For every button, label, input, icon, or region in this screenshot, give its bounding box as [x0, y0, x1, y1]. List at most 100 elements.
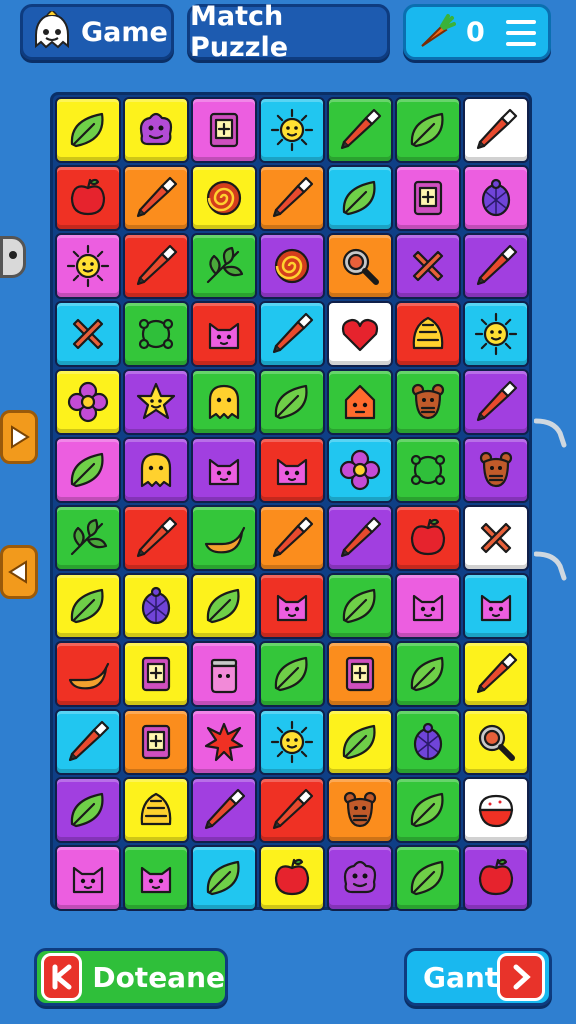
- tile[interactable]: [327, 573, 393, 639]
- tile[interactable]: [395, 845, 461, 911]
- tile[interactable]: [191, 437, 257, 503]
- tile[interactable]: [327, 845, 393, 911]
- tile[interactable]: [259, 369, 325, 435]
- tile[interactable]: [191, 573, 257, 639]
- tile[interactable]: [259, 641, 325, 707]
- tile[interactable]: [191, 301, 257, 367]
- tile[interactable]: [259, 777, 325, 843]
- tile[interactable]: [55, 641, 121, 707]
- tile[interactable]: [259, 709, 325, 775]
- tile[interactable]: [123, 301, 189, 367]
- tile[interactable]: [327, 505, 393, 571]
- tile[interactable]: [463, 845, 529, 911]
- tile[interactable]: [463, 709, 529, 775]
- tile[interactable]: [463, 505, 529, 571]
- tile[interactable]: [123, 369, 189, 435]
- hamburger-menu-icon[interactable]: [506, 20, 536, 46]
- tile[interactable]: [463, 97, 529, 163]
- tile[interactable]: [55, 233, 121, 299]
- tile[interactable]: [395, 165, 461, 231]
- tile[interactable]: [327, 709, 393, 775]
- tile[interactable]: [55, 777, 121, 843]
- tile[interactable]: [395, 505, 461, 571]
- tile[interactable]: [395, 97, 461, 163]
- tile[interactable]: [123, 97, 189, 163]
- tile[interactable]: [327, 97, 393, 163]
- left-action-button[interactable]: Doteane: [34, 948, 228, 1006]
- ghost-icon: [208, 384, 240, 420]
- tile[interactable]: [55, 301, 121, 367]
- tile[interactable]: [191, 369, 257, 435]
- tile[interactable]: [259, 505, 325, 571]
- top-bar: Game Match Puzzle 0: [0, 0, 576, 70]
- tile[interactable]: [327, 641, 393, 707]
- tile[interactable]: [55, 97, 121, 163]
- tile[interactable]: [327, 437, 393, 503]
- tile[interactable]: [123, 573, 189, 639]
- tile[interactable]: [463, 233, 529, 299]
- tile[interactable]: [123, 505, 189, 571]
- tile[interactable]: [259, 97, 325, 163]
- tile[interactable]: [463, 641, 529, 707]
- game-button[interactable]: Game: [20, 4, 174, 60]
- tile[interactable]: [327, 301, 393, 367]
- tile[interactable]: [259, 845, 325, 911]
- play-left-button[interactable]: [0, 545, 38, 599]
- tile[interactable]: [259, 165, 325, 231]
- tile[interactable]: [463, 301, 529, 367]
- tile[interactable]: [395, 233, 461, 299]
- tile[interactable]: [395, 437, 461, 503]
- tile[interactable]: [395, 573, 461, 639]
- tile[interactable]: [395, 641, 461, 707]
- tile[interactable]: [327, 777, 393, 843]
- tile[interactable]: [259, 573, 325, 639]
- tile[interactable]: [191, 505, 257, 571]
- tile[interactable]: [395, 369, 461, 435]
- tile[interactable]: [463, 777, 529, 843]
- tile[interactable]: [327, 233, 393, 299]
- tile[interactable]: [55, 505, 121, 571]
- tile[interactable]: [191, 777, 257, 843]
- tile[interactable]: [259, 301, 325, 367]
- tile[interactable]: [463, 165, 529, 231]
- tile[interactable]: [55, 165, 121, 231]
- tile[interactable]: [463, 369, 529, 435]
- tile[interactable]: [55, 709, 121, 775]
- tile[interactable]: [259, 437, 325, 503]
- tile[interactable]: [463, 573, 529, 639]
- leaf-icon: [342, 588, 376, 624]
- tile[interactable]: [55, 369, 121, 435]
- tile[interactable]: [123, 709, 189, 775]
- tile[interactable]: [395, 301, 461, 367]
- tile[interactable]: [191, 845, 257, 911]
- tile[interactable]: [463, 437, 529, 503]
- tile[interactable]: [123, 777, 189, 843]
- tile[interactable]: [191, 165, 257, 231]
- tile[interactable]: [191, 97, 257, 163]
- tile[interactable]: [259, 233, 325, 299]
- tile[interactable]: [55, 845, 121, 911]
- blob-icon: [410, 454, 446, 486]
- left-action-label: Doteane: [92, 960, 225, 994]
- tile[interactable]: [395, 777, 461, 843]
- tile[interactable]: [327, 369, 393, 435]
- side-tab[interactable]: [0, 236, 26, 278]
- tile[interactable]: [55, 573, 121, 639]
- tile[interactable]: [191, 641, 257, 707]
- tile[interactable]: [327, 165, 393, 231]
- right-action-button[interactable]: Gant: [404, 948, 552, 1006]
- play-right-button[interactable]: [0, 410, 38, 464]
- leaf-icon: [206, 860, 240, 896]
- tile[interactable]: [123, 845, 189, 911]
- tile[interactable]: [55, 437, 121, 503]
- tile[interactable]: [123, 437, 189, 503]
- back-k-icon: [41, 953, 83, 1001]
- chevron-right-icon: [497, 953, 545, 1001]
- tile[interactable]: [395, 709, 461, 775]
- leaf-icon: [410, 112, 444, 148]
- tile[interactable]: [123, 233, 189, 299]
- tile[interactable]: [123, 641, 189, 707]
- tile[interactable]: [123, 165, 189, 231]
- tile[interactable]: [191, 709, 257, 775]
- tile[interactable]: [191, 233, 257, 299]
